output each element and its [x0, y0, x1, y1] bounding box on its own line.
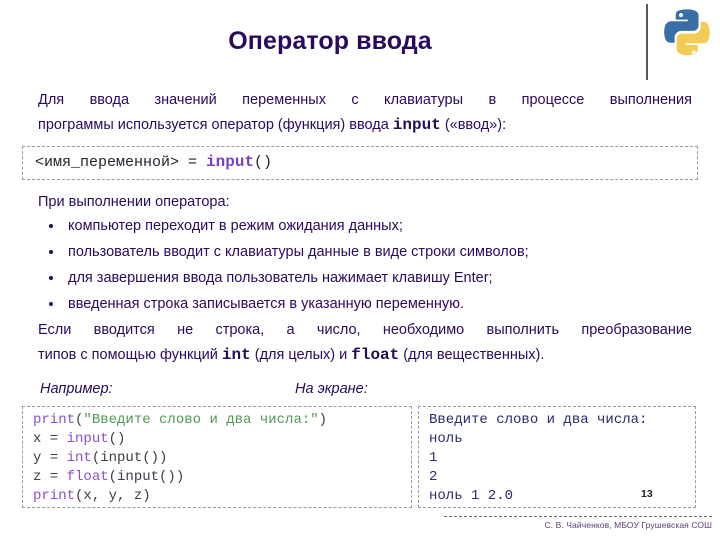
- intro-paragraph: Для ввода значений переменных с клавиату…: [38, 88, 692, 138]
- intro-line-2-tail: («ввод»):: [440, 117, 507, 133]
- code-fn-int: int: [66, 450, 92, 466]
- intro-line-1: Для ввода значений переменных с клавиату…: [38, 92, 692, 108]
- console-output-box: Введите слово и два числа: ноль 1 2 ноль…: [418, 406, 696, 508]
- example-label: Например:: [40, 381, 113, 397]
- execution-heading: При выполнении оператора:: [38, 194, 230, 210]
- conversion-line-2: типов с помощью функций int (для целых) …: [38, 343, 692, 368]
- code-punct-close: ): [318, 412, 328, 428]
- intro-line-2-text: программы используется оператор (функция…: [38, 117, 393, 133]
- code-sample-text: print("Введите слово и два числа:") x = …: [33, 411, 327, 506]
- conversion-line-2-text: типов с помощью функций: [38, 347, 222, 363]
- code-line: print(x, y, z): [33, 488, 151, 504]
- code-line: z = float(input()): [33, 469, 184, 485]
- code-line: x = input(): [33, 431, 125, 447]
- list-item: компьютер переходит в режим ожидания дан…: [40, 213, 690, 239]
- code-string-literal: "Введите слово и два числа:": [83, 412, 319, 428]
- code-assign-z: z =: [33, 469, 67, 485]
- code-line: y = int(input()): [33, 450, 167, 466]
- list-item: для завершения ввода пользователь нажима…: [40, 265, 690, 291]
- output-line: 1: [429, 450, 438, 466]
- conversion-keyword-float: float: [351, 346, 400, 364]
- conversion-line-1: Если вводится не строка, а число, необхо…: [38, 322, 692, 338]
- syntax-variable: <имя_переменной> =: [35, 154, 207, 171]
- conversion-line-2-mid: (для целых) и: [250, 347, 352, 363]
- conversion-keyword-int: int: [221, 346, 251, 364]
- code-fn-print: print: [33, 412, 76, 428]
- console-output-text: Введите слово и два числа: ноль 1 2 ноль…: [429, 411, 647, 506]
- conversion-line-2-tail: (для вещественных).: [399, 347, 545, 363]
- slide: Оператор ввода Для ввода значений переме…: [0, 0, 720, 540]
- list-item: введенная строка записывается в указанну…: [40, 291, 690, 317]
- intro-keyword-input: input: [392, 116, 441, 134]
- code-assign-x: x =: [33, 431, 67, 447]
- code-fn-print-2: print: [33, 488, 76, 504]
- footer-divider: [444, 516, 712, 517]
- output-line: 2: [429, 469, 438, 485]
- footer-credit: С. В. Чайченков, МБОУ Грушевская СОШ: [544, 520, 712, 530]
- conversion-paragraph: Если вводится не строка, а число, необхо…: [38, 318, 692, 368]
- code-args: (x, y, z): [75, 488, 151, 504]
- syntax-line: <имя_переменной> = input(): [35, 153, 272, 171]
- syntax-box: <имя_переменной> = input(): [22, 146, 698, 180]
- output-line: Введите слово и два числа:: [429, 412, 648, 428]
- screen-output-label: На экране:: [295, 381, 368, 397]
- page-title: Оператор ввода: [228, 27, 432, 55]
- python-logo-icon: [664, 9, 710, 56]
- code-fn-input: input: [66, 431, 109, 447]
- code-assign-y: y =: [33, 450, 67, 466]
- output-line: ноль 1 2.0: [429, 488, 514, 504]
- code-parens: (input()): [91, 450, 168, 466]
- syntax-parens: (): [254, 154, 273, 171]
- page-number: 13: [641, 488, 653, 500]
- code-parens: (input()): [108, 469, 185, 485]
- output-line: ноль: [429, 431, 463, 447]
- execution-bullet-list: компьютер переходит в режим ожидания дан…: [40, 213, 690, 317]
- syntax-keyword-input: input: [206, 153, 255, 171]
- slide-header: Оператор ввода: [0, 0, 720, 86]
- list-item: пользователь вводит с клавиатуры данные …: [40, 239, 690, 265]
- code-fn-float: float: [66, 469, 109, 485]
- header-divider: [646, 4, 648, 80]
- intro-line-2: программы используется оператор (функция…: [38, 113, 692, 138]
- code-line: print("Введите слово и два числа:"): [33, 412, 327, 428]
- code-parens: (): [108, 431, 126, 447]
- code-sample-box: print("Введите слово и два числа:") x = …: [22, 406, 412, 508]
